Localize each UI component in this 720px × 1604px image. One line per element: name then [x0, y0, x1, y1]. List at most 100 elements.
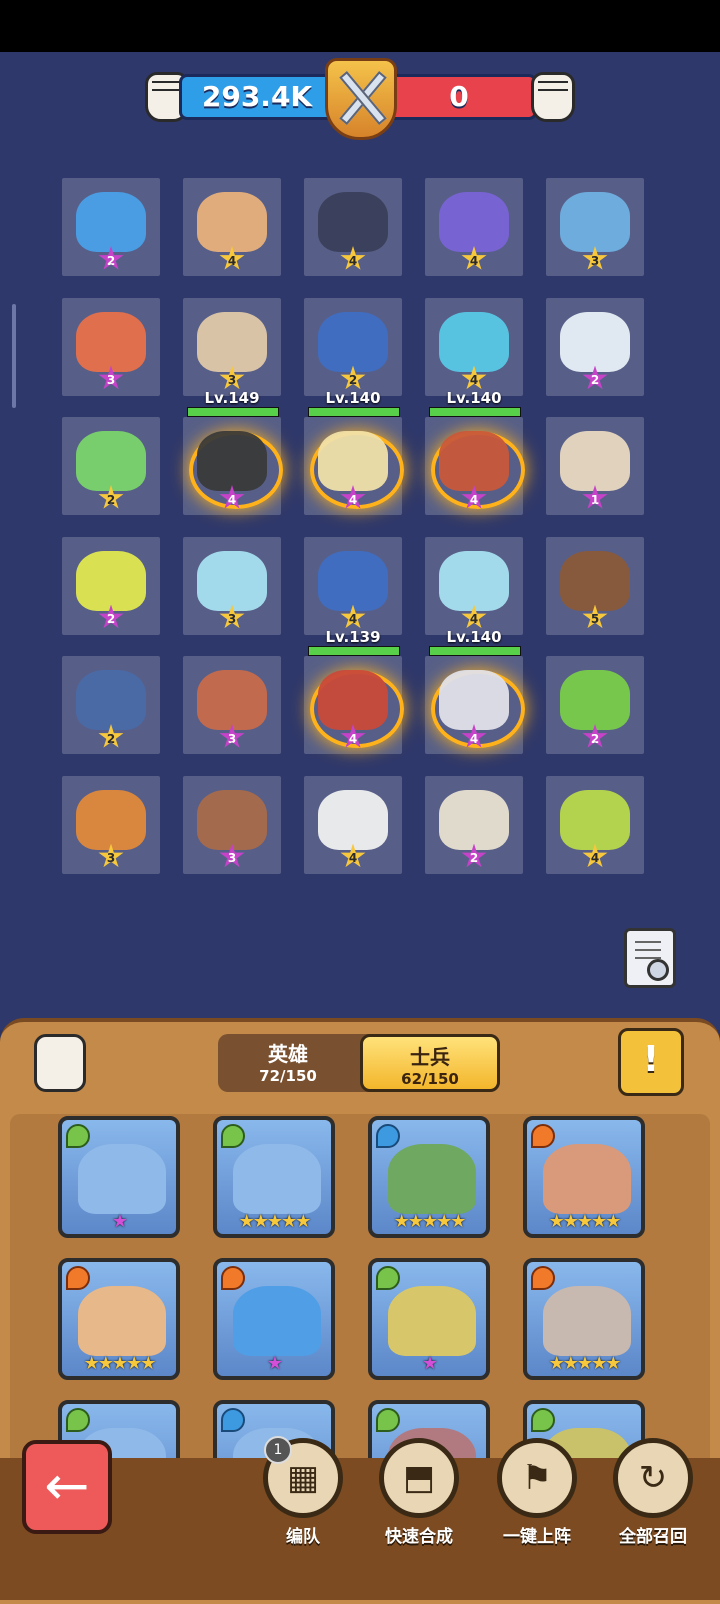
grid-cell[interactable]: 2	[304, 297, 402, 396]
power-fist-button[interactable]	[34, 1034, 86, 1092]
tab-hero-count: 72/150	[259, 1067, 317, 1085]
grid-cell[interactable]: Lv.140 4	[425, 389, 525, 515]
hero-portrait	[233, 1286, 321, 1356]
unit-figure	[560, 670, 630, 730]
tab-soldier[interactable]: 士兵 62/150	[360, 1034, 500, 1092]
unit-figure	[439, 670, 509, 730]
enemy-fist-icon	[531, 72, 575, 122]
grid-cell[interactable]: 4	[425, 178, 523, 276]
power-comparison: 293.4K 0	[145, 58, 575, 140]
grid-cell[interactable]: 4	[304, 178, 402, 276]
hero-card[interactable]: ★★★★★	[368, 1116, 490, 1238]
grid-cell[interactable]: 2	[546, 656, 644, 754]
hero-stars: ★	[421, 1353, 438, 1374]
unit-figure	[439, 311, 509, 372]
health-bar	[308, 646, 400, 656]
quick-merge-label: 快速合成	[385, 1527, 453, 1547]
hero-portrait	[78, 1144, 166, 1214]
hero-stars: ★★★★★	[238, 1211, 312, 1232]
unit-figure	[560, 192, 630, 252]
hero-card[interactable]: ★	[368, 1258, 490, 1380]
grid-cell[interactable]: 5	[546, 536, 644, 635]
grid-cell[interactable]: 3	[546, 178, 644, 276]
unit-figure	[197, 789, 267, 850]
leaf-element-icon	[376, 1408, 400, 1432]
hero-card[interactable]: ★★★★★	[523, 1258, 645, 1380]
unit-figure	[76, 192, 146, 252]
battle-report-button[interactable]	[624, 928, 676, 988]
recall-icon: ↻	[613, 1438, 693, 1518]
grid-cell[interactable]: Lv.140 4	[425, 628, 525, 754]
grid-cell[interactable]: 3	[62, 775, 160, 874]
hero-card[interactable]: ★	[58, 1116, 180, 1238]
tab-soldier-count: 62/150	[401, 1070, 459, 1088]
grid-cell[interactable]: Lv.149 4	[183, 389, 283, 515]
grid-cell[interactable]: 4	[304, 775, 402, 874]
grid-cell[interactable]: 3	[183, 656, 281, 754]
unit-figure	[439, 431, 509, 491]
grid-cell[interactable]: 2	[62, 656, 160, 754]
grid-cell[interactable]: 2	[62, 536, 160, 635]
fire-element-icon	[221, 1266, 245, 1290]
hero-portrait	[543, 1286, 631, 1356]
hero-stars: ★	[266, 1353, 283, 1374]
grid-cell[interactable]: Lv.139 4	[304, 628, 404, 754]
unit-figure	[560, 789, 630, 850]
hero-card[interactable]: ★★★★★	[58, 1258, 180, 1380]
formation-button[interactable]: ▦ 1 编队	[258, 1436, 348, 1547]
grid-cell[interactable]: 3	[183, 536, 281, 635]
grid-cell[interactable]: 1	[546, 417, 644, 515]
grid-cell[interactable]: Lv.140 4	[304, 389, 404, 515]
grid-cell[interactable]: 2	[546, 297, 644, 396]
hero-card[interactable]: ★★★★★	[523, 1116, 645, 1238]
grid-cell[interactable]: 2	[62, 178, 160, 276]
deploy-all-button[interactable]: ⚑ 一键上阵	[492, 1438, 582, 1547]
back-button[interactable]: ←	[22, 1440, 112, 1534]
fire-element-icon	[531, 1124, 555, 1148]
unit-level: Lv.139	[325, 628, 381, 646]
hero-stars: ★★★★★	[548, 1211, 622, 1232]
grid-cell[interactable]: 2	[62, 417, 160, 515]
tab-hero[interactable]: 英雄 72/150	[218, 1034, 358, 1092]
unit-figure	[439, 789, 509, 850]
grid-cell[interactable]: 2	[425, 775, 523, 874]
water-element-icon	[221, 1408, 245, 1432]
grid-cell[interactable]: 4	[546, 775, 644, 874]
grid-cell[interactable]: 4	[304, 536, 402, 635]
unit-figure	[197, 311, 267, 372]
unit-figure	[560, 311, 630, 372]
formation-label: 编队	[286, 1527, 320, 1547]
unit-figure	[560, 431, 630, 491]
warning-button[interactable]: !	[618, 1028, 684, 1096]
hero-portrait	[78, 1286, 166, 1356]
grid-cell[interactable]: 4	[425, 297, 523, 396]
grid-cell[interactable]: 4	[425, 536, 523, 635]
grid-cell[interactable]: 3	[62, 297, 160, 396]
unit-level: Lv.149	[204, 389, 260, 407]
hero-stars: ★★★★★	[83, 1353, 157, 1374]
document-icon	[635, 941, 661, 943]
grid-cell[interactable]: 4	[183, 178, 281, 276]
hero-card[interactable]: ★	[213, 1258, 335, 1380]
leaf-element-icon	[221, 1124, 245, 1148]
hero-card[interactable]: ★★★★★	[213, 1116, 335, 1238]
formation-badge: 1	[264, 1436, 292, 1464]
grid-cell[interactable]: 3	[183, 775, 281, 874]
side-handle[interactable]	[12, 304, 16, 408]
unit-figure	[318, 789, 388, 850]
quick-merge-button[interactable]: ⬒ 快速合成	[374, 1438, 464, 1547]
leaf-element-icon	[66, 1124, 90, 1148]
leaf-element-icon	[376, 1266, 400, 1290]
unit-figure	[197, 431, 267, 491]
recall-all-button[interactable]: ↻ 全部召回	[608, 1438, 698, 1547]
recall-all-label: 全部召回	[619, 1527, 687, 1547]
unit-tabs: 英雄 72/150 士兵 62/150	[218, 1034, 500, 1092]
flag-icon: ⚑	[497, 1438, 577, 1518]
unit-figure	[439, 192, 509, 252]
unit-figure	[318, 431, 388, 491]
tab-hero-label: 英雄	[268, 1042, 308, 1066]
unit-figure	[197, 670, 267, 730]
grid-cell[interactable]: 3	[183, 297, 281, 396]
hero-portrait	[233, 1144, 321, 1214]
unit-figure	[318, 670, 388, 730]
